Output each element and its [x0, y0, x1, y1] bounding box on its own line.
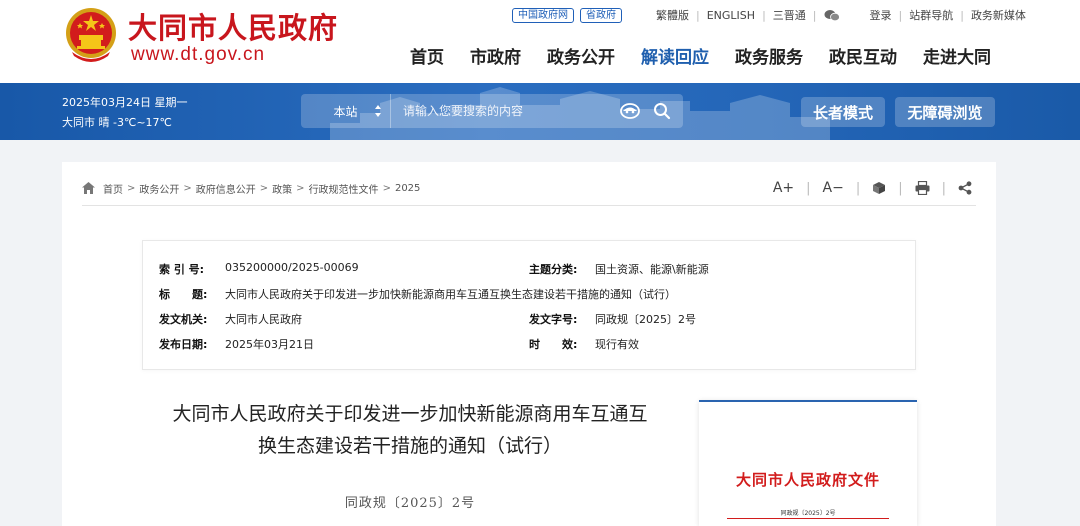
docno-group: 发文字号: 同政规〔2025〕2号: [529, 311, 696, 327]
nav-city-government[interactable]: 市政府: [470, 43, 521, 68]
index-label: 索 引 号:: [159, 263, 205, 276]
top-links-bar: 中国政府网 省政府 繁體版 | ENGLISH | 三晋通 | 登录 | 站群导…: [512, 7, 1026, 23]
home-icon: [82, 182, 95, 194]
content-card: 首页 > 政务公开 > 政府信息公开 > 政策 > 行政规范性文件 > 2025…: [62, 162, 996, 526]
weather-info: 大同市 晴 -3℃~17℃: [62, 116, 172, 129]
docno-label: 发文字号:: [529, 313, 578, 326]
breadcrumb-divider: [82, 205, 976, 206]
topic-group: 主题分类: 国土资源、能源\新能源: [529, 261, 709, 277]
elder-mode-button[interactable]: 长者模式: [801, 97, 885, 127]
thumbnail-red-line: [727, 518, 889, 519]
breadcrumb-item-normative-docs[interactable]: 行政规范性文件: [309, 181, 379, 196]
title-label: 标 题:: [159, 288, 208, 301]
traditional-chinese-link[interactable]: 繁體版: [656, 7, 689, 23]
docno-value: 同政规〔2025〕2号: [595, 313, 696, 326]
breadcrumb: 首页 > 政务公开 > 政府信息公开 > 政策 > 行政规范性文件 > 2025…: [82, 176, 976, 200]
issuer-value: 大同市人民政府: [225, 313, 302, 326]
main-navigation: 首页 市政府 政务公开 解读回应 政务服务 政民互动 走进大同: [410, 43, 991, 68]
site-navigation-link[interactable]: 站群导航: [909, 7, 953, 23]
search-box: 本站: [301, 94, 683, 128]
login-link[interactable]: 登录: [870, 7, 892, 23]
thumbnail-docno: 同政规〔2025〕2号: [780, 510, 836, 517]
meta-row-date: 发布日期: 2025年03月21日 时 效: 现行有效: [159, 336, 639, 352]
nav-home[interactable]: 首页: [410, 43, 444, 68]
thumbnail-heading: 大同市人民政府文件: [735, 471, 880, 489]
site-domain: www.dt.gov.cn: [131, 44, 266, 65]
gov-cn-link[interactable]: 中国政府网: [512, 7, 574, 23]
search-icon[interactable]: [651, 100, 673, 122]
cube-icon[interactable]: [872, 181, 886, 195]
validity-value: 现行有效: [595, 338, 639, 351]
meta-row-index: 索 引 号: 035200000/2025-00069 主题分类: 国土资源、能…: [159, 261, 709, 277]
date-value: 2025年03月21日: [225, 338, 314, 351]
search-banner: 2025年03月24日 星期一 大同市 晴 -3℃~17℃ 本站 请输入您要搜索…: [0, 83, 1080, 140]
site-header: 大同市人民政府 www.dt.gov.cn 中国政府网 省政府 繁體版 | EN…: [0, 0, 1080, 83]
wechat-icon[interactable]: [824, 9, 840, 22]
breadcrumb-item-info-disclosure[interactable]: 政府信息公开: [196, 181, 256, 196]
site-title[interactable]: 大同市人民政府: [128, 5, 338, 47]
date-weather: 2025年03月24日 星期一 大同市 晴 -3℃~17℃: [62, 93, 188, 133]
national-emblem-icon: [66, 8, 116, 62]
search-scope-select[interactable]: 本站: [301, 94, 391, 128]
date-label: 发布日期:: [159, 338, 208, 351]
nav-about-datong[interactable]: 走进大同: [923, 43, 991, 68]
validity-group: 时 效: 现行有效: [529, 336, 639, 352]
document-title: 大同市人民政府关于印发进一步加快新能源商用车互通互 换生态建设若干措施的通知（试…: [140, 398, 680, 462]
title-value: 大同市人民政府关于印发进一步加快新能源商用车互通互换生态建设若干措施的通知（试行…: [225, 288, 676, 301]
issuer-label: 发文机关:: [159, 313, 208, 326]
meta-row-issuer: 发文机关: 大同市人民政府 发文字号: 同政规〔2025〕2号: [159, 311, 696, 327]
search-scope-label: 本站: [333, 104, 358, 119]
updown-arrows-icon: [375, 105, 381, 117]
breadcrumb-item-home[interactable]: 首页: [103, 181, 123, 196]
current-date: 2025年03月24日 星期一: [62, 96, 188, 109]
province-gov-link[interactable]: 省政府: [580, 7, 622, 23]
search-input[interactable]: [391, 94, 619, 128]
validity-label: 时 效:: [529, 338, 578, 351]
new-media-link[interactable]: 政务新媒体: [971, 7, 1026, 23]
topic-value: 国土资源、能源\新能源: [595, 263, 709, 276]
meta-row-title: 标 题: 大同市人民政府关于印发进一步加快新能源商用车互通互换生态建设若干措施的…: [159, 286, 676, 302]
sanjintong-link[interactable]: 三晋通: [773, 7, 806, 23]
nav-public-interaction[interactable]: 政民互动: [829, 43, 897, 68]
nav-government-services[interactable]: 政务服务: [735, 43, 803, 68]
document-thumbnail[interactable]: 大同市人民政府文件 同政规〔2025〕2号: [699, 400, 917, 526]
font-decrease-button[interactable]: A−: [823, 180, 844, 196]
voice-search-icon[interactable]: [619, 100, 641, 122]
document-metadata-box: 索 引 号: 035200000/2025-00069 主题分类: 国土资源、能…: [142, 240, 916, 370]
breadcrumb-item-policy[interactable]: 政策: [272, 181, 292, 196]
nav-interpretation[interactable]: 解读回应: [641, 43, 709, 68]
english-link[interactable]: ENGLISH: [707, 9, 755, 22]
font-increase-button[interactable]: A+: [773, 180, 794, 196]
accessible-browse-button[interactable]: 无障碍浏览: [895, 97, 995, 127]
topic-label: 主题分类:: [529, 263, 578, 276]
breadcrumb-item-year[interactable]: 2025: [395, 183, 420, 194]
index-value: 035200000/2025-00069: [225, 261, 359, 274]
document-title-line2: 换生态建设若干措施的通知（试行）: [257, 435, 562, 457]
breadcrumb-item-affairs[interactable]: 政务公开: [139, 181, 179, 196]
document-title-line1: 大同市人民政府关于印发进一步加快新能源商用车互通互: [172, 403, 648, 425]
nav-government-affairs[interactable]: 政务公开: [547, 43, 615, 68]
page-tools: A+ | A− | | |: [773, 176, 972, 200]
print-icon[interactable]: [915, 181, 930, 195]
document-number: 同政规〔2025〕2号: [344, 496, 476, 511]
share-icon[interactable]: [958, 181, 972, 195]
